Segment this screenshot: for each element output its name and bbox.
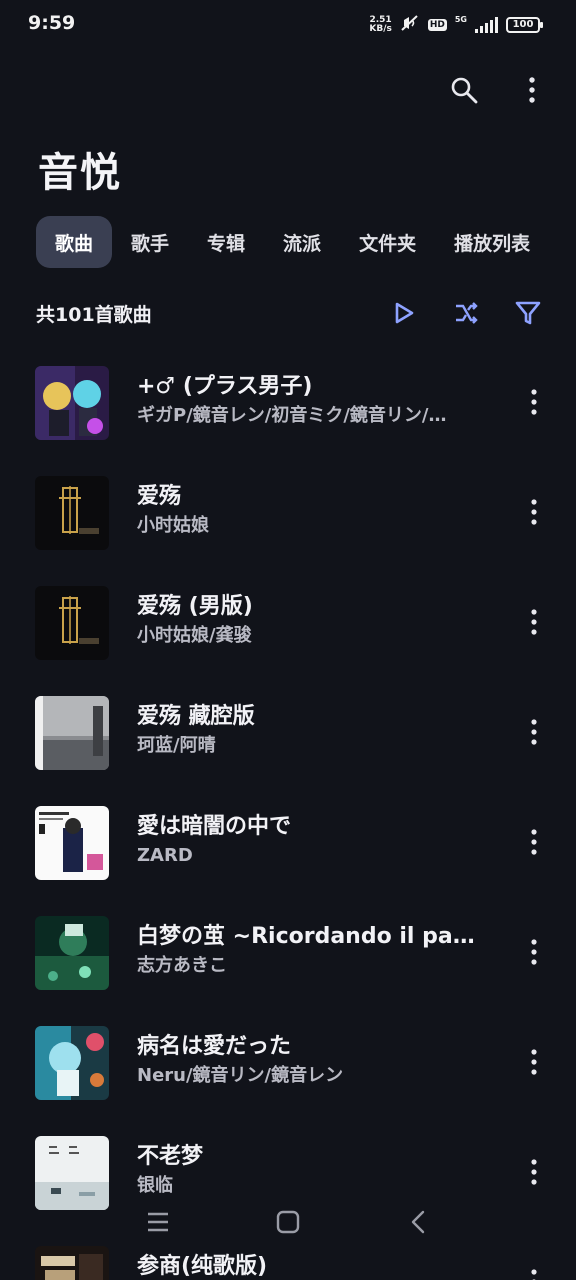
summary-actions — [384, 293, 548, 333]
list-item[interactable]: 爱殇 (男版) 小时姑娘/龚骏 — [0, 568, 576, 678]
album-cover — [35, 1136, 109, 1210]
more-vertical-icon[interactable] — [516, 712, 552, 752]
mute-vibrate-icon — [400, 14, 420, 36]
song-artist: 小时姑娘/龚骏 — [137, 625, 252, 646]
song-title: +♂ (プラス男子) — [137, 374, 313, 399]
song-title: 愛は暗闇の中で — [137, 814, 292, 839]
tab-artists[interactable]: 歌手 — [112, 216, 188, 268]
song-artist: 银临 — [137, 1175, 173, 1196]
list-item[interactable]: 愛は暗闇の中で ZARD — [0, 788, 576, 898]
recents-icon[interactable] — [138, 1202, 178, 1242]
song-artist: 小时姑娘 — [137, 515, 209, 536]
home-icon[interactable] — [268, 1202, 308, 1242]
song-artist: Neru/鏡音リン/鏡音レン — [137, 1065, 344, 1086]
list-item[interactable]: 白梦の茧 ~Ricordando il pa… 志方あきこ — [0, 898, 576, 1008]
status-time: 9:59 — [28, 12, 76, 34]
tab-playlists[interactable]: 播放列表 — [435, 216, 549, 268]
more-vertical-icon[interactable] — [516, 492, 552, 532]
page-title: 音悦 — [38, 149, 122, 196]
song-title: 病名は愛だった — [137, 1034, 292, 1059]
song-title: 白梦の茧 ~Ricordando il pa… — [137, 924, 475, 949]
category-tabs: 歌曲 歌手 专辑 流派 文件夹 播放列表 — [36, 216, 576, 268]
summary-bar: 共101首歌曲 — [36, 290, 548, 336]
signal-icon — [475, 17, 498, 33]
song-title: 爱殇 — [137, 484, 182, 509]
status-bar: 9:59 2.51 KB/s HD 5G 100 — [0, 0, 576, 50]
shuffle-icon[interactable] — [446, 293, 486, 333]
list-item[interactable]: 爱殇 藏腔版 珂蓝/阿晴 — [0, 678, 576, 788]
tab-songs[interactable]: 歌曲 — [36, 216, 113, 268]
more-vertical-icon[interactable] — [516, 602, 552, 642]
status-icons: 2.51 KB/s HD 5G 100 — [369, 14, 543, 36]
list-item[interactable]: 爱殇 小时姑娘 — [0, 458, 576, 568]
album-cover — [35, 586, 109, 660]
battery-icon: 100 — [506, 17, 543, 33]
tab-folders[interactable]: 文件夹 — [340, 216, 435, 268]
song-artist: ギガP/鏡音レン/初音ミク/鏡音リン/… — [137, 405, 447, 426]
album-cover — [35, 696, 109, 770]
song-artist: ZARD — [137, 845, 193, 866]
song-list: +♂ (プラス男子) ギガP/鏡音レン/初音ミク/鏡音リン/… 爱殇 小时姑娘 … — [0, 348, 576, 1280]
song-artist: 珂蓝/阿晴 — [137, 735, 216, 756]
more-vertical-icon[interactable] — [512, 70, 552, 110]
list-item[interactable]: +♂ (プラス男子) ギガP/鏡音レン/初音ミク/鏡音リン/… — [0, 348, 576, 458]
album-cover — [35, 806, 109, 880]
tab-albums[interactable]: 专辑 — [188, 216, 264, 268]
tab-genres[interactable]: 流派 — [264, 216, 340, 268]
network-type: 5G — [454, 14, 467, 24]
album-cover — [35, 366, 109, 440]
more-vertical-icon[interactable] — [516, 1152, 552, 1192]
search-icon[interactable] — [444, 70, 484, 110]
play-icon[interactable] — [384, 293, 424, 333]
top-actions — [444, 70, 552, 110]
list-item[interactable]: 病名は愛だった Neru/鏡音リン/鏡音レン — [0, 1008, 576, 1118]
more-vertical-icon[interactable] — [516, 932, 552, 972]
song-title: 不老梦 — [137, 1144, 204, 1169]
song-title: 爱殇 藏腔版 — [137, 704, 255, 729]
more-vertical-icon[interactable] — [516, 1042, 552, 1082]
song-artist: 志方あきこ — [137, 955, 227, 976]
filter-icon[interactable] — [508, 293, 548, 333]
album-cover — [35, 1026, 109, 1100]
album-cover — [35, 476, 109, 550]
more-vertical-icon[interactable] — [516, 382, 552, 422]
more-vertical-icon[interactable] — [516, 822, 552, 862]
song-count: 共101首歌曲 — [36, 303, 152, 326]
album-cover — [35, 916, 109, 990]
back-icon[interactable] — [398, 1202, 438, 1242]
net-speed: 2.51 KB/s — [369, 15, 392, 34]
song-title: 爱殇 (男版) — [137, 594, 253, 619]
hd-badge: HD — [427, 19, 447, 31]
system-nav-bar — [0, 1200, 576, 1280]
